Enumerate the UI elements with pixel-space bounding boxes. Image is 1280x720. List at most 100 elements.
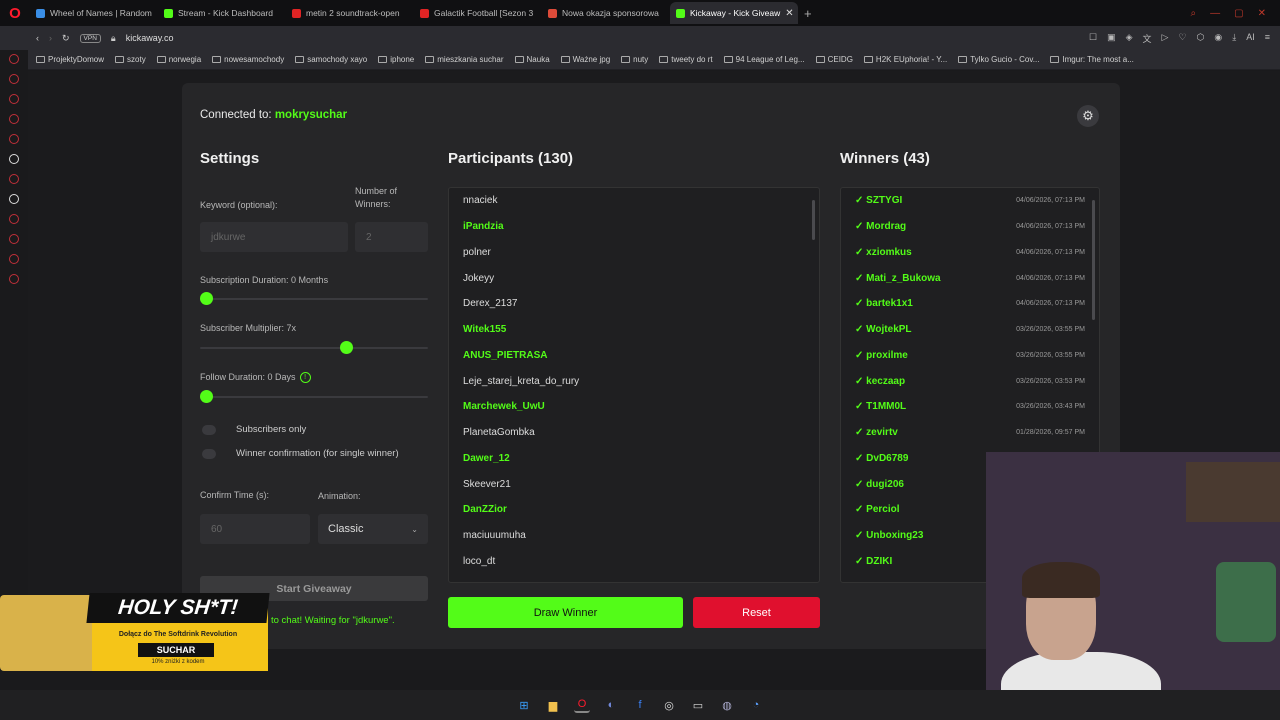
menu-icon[interactable]: ≡ [1265, 32, 1270, 45]
sidebar-chatgpt-icon[interactable] [9, 154, 19, 164]
winner-row[interactable]: ✓ bartek1x1 04/06/2026, 07:13 PM [841, 291, 1099, 317]
subscribers-only-toggle[interactable] [202, 425, 216, 435]
draw-winner-button[interactable]: Draw Winner [448, 597, 683, 628]
reset-button[interactable]: Reset [693, 597, 820, 628]
browser-tab[interactable]: metin 2 soundtrack-open [286, 2, 414, 24]
heart-icon[interactable]: ♡ [1178, 32, 1186, 45]
bookmark-item[interactable]: H2K EUphoria! - Y... [863, 55, 947, 64]
participant-row[interactable]: Dawer_12 [449, 446, 819, 472]
participant-row[interactable]: ANUS_PIETRASA [449, 343, 819, 369]
winner-row[interactable]: ✓ WojtekPL 03/26/2026, 03:55 PM [841, 317, 1099, 343]
browser-tab[interactable]: Wheel of Names | Random [30, 2, 158, 24]
participant-row[interactable]: Marchewek_UwU [449, 394, 819, 420]
obs-icon[interactable]: ◎ [661, 697, 677, 713]
winner-row[interactable]: ✓ Mordrag 04/06/2026, 07:13 PM [841, 214, 1099, 240]
aria-ai-icon[interactable]: AI [1246, 32, 1255, 45]
browser-tab[interactable]: Stream - Kick Dashboard [158, 2, 286, 24]
follow-duration-slider[interactable] [200, 390, 213, 403]
sidebar-twitch-icon[interactable] [9, 174, 19, 184]
facebook-icon[interactable]: f [632, 697, 648, 713]
discord-icon[interactable]: ◐ [603, 697, 619, 713]
participant-row[interactable]: nnaciek [449, 188, 819, 214]
bookmark-item[interactable]: szoty [115, 55, 146, 64]
winner-row[interactable]: ✓ xziomkus 04/06/2026, 07:13 PM [841, 240, 1099, 266]
sidebar-history-icon[interactable] [9, 74, 19, 84]
winner-row[interactable]: ✓ SZTYGI 04/06/2026, 07:13 PM [841, 188, 1099, 214]
sidebar-home-icon[interactable] [9, 54, 19, 64]
gear-icon[interactable]: ⚙ [1077, 105, 1099, 127]
sidebar-x-icon[interactable] [9, 194, 19, 204]
bookmark-item[interactable]: samochody xayo [295, 55, 367, 64]
opera-taskbar-icon[interactable]: O [574, 697, 590, 713]
file-explorer-icon[interactable]: ▆ [545, 697, 561, 713]
participant-row[interactable]: polner [449, 240, 819, 266]
sub-duration-slider[interactable] [200, 292, 213, 305]
snapshot-icon[interactable]: ▣ [1107, 32, 1116, 45]
bookmark-item[interactable]: CEIDG [815, 55, 853, 64]
reload-icon[interactable]: ↻ [62, 33, 70, 44]
terminal-icon[interactable]: ▭ [690, 697, 706, 713]
profile-icon[interactable]: ◉ [1214, 32, 1222, 45]
info-icon[interactable]: ! [299, 372, 311, 384]
animation-select[interactable]: Classic ⌄ [318, 514, 428, 544]
windows-start-icon[interactable]: ⊞ [516, 697, 532, 713]
bookmark-item[interactable]: norwegia [156, 55, 201, 64]
adblock-shield-icon[interactable]: ◈ [1126, 32, 1133, 45]
bookmark-item[interactable]: nowesamochody [212, 55, 284, 64]
opera-logo-icon[interactable]: O [0, 5, 30, 22]
sidebar-player-icon[interactable] [9, 234, 19, 244]
close-tab-icon[interactable]: ✕ [785, 8, 793, 19]
participants-scrollbar[interactable] [812, 190, 817, 580]
vpn-badge[interactable]: VPN [79, 33, 101, 43]
participants-list[interactable]: nnaciek iPandzia polner Jokeyy Derex_2137 Wit… [448, 187, 820, 583]
winner-row[interactable]: ✓ Mati_z_Bukowa 04/06/2026, 07:13 PM [841, 265, 1099, 291]
participant-row[interactable]: iPandzia [449, 214, 819, 240]
download-icon[interactable]: ⤓ [1232, 32, 1236, 45]
participant-row[interactable]: Skeever21 [449, 471, 819, 497]
bookmark-item[interactable]: nuty [621, 55, 648, 64]
translate-icon[interactable]: 文 [1143, 32, 1152, 45]
confirm-time-input[interactable]: 60 [200, 514, 310, 544]
participant-row[interactable]: PlanetaGombka [449, 420, 819, 446]
browser-tab[interactable]: Galactik Football [Sezon 3 [414, 2, 542, 24]
search-tabs-icon[interactable]: ⌕ [1191, 8, 1197, 19]
steam-icon[interactable]: ◍ [719, 697, 735, 713]
sidebar-pin-icon[interactable] [9, 254, 19, 264]
bookmark-item[interactable]: Ważne jpg [560, 55, 610, 64]
winners-count-input[interactable]: 2 [355, 222, 428, 252]
winner-confirmation-toggle[interactable] [202, 449, 216, 459]
bookmark-item[interactable]: Imgur: The most a... [1050, 55, 1134, 64]
participant-row[interactable]: loco_dt [449, 549, 819, 575]
bookmark-item[interactable]: iphone [378, 55, 414, 64]
close-window-icon[interactable]: ✕ [1258, 8, 1266, 19]
bookmark-icon[interactable]: ☐ [1089, 32, 1097, 45]
new-tab-plus-icon[interactable]: + [804, 6, 812, 21]
winner-row[interactable]: ✓ proxilme 03/26/2026, 03:55 PM [841, 343, 1099, 369]
winner-row[interactable]: ✓ keczaap 03/26/2026, 03:53 PM [841, 368, 1099, 394]
winner-row[interactable]: ✓ zevirtv 01/28/2026, 09:57 PM [841, 420, 1099, 446]
bookmark-item[interactable]: tweety do rt [659, 55, 713, 64]
participant-row[interactable]: Jokeyy [449, 265, 819, 291]
forward-icon[interactable]: › [49, 33, 52, 43]
browser-tab[interactable]: Nowa okazja sponsorowa [542, 2, 670, 24]
chrome-icon[interactable]: ◔ [748, 697, 764, 713]
browser-tab[interactable]: Kickaway - Kick Giveaw ✕ [670, 2, 798, 24]
url-text[interactable]: kickaway.co [126, 33, 174, 43]
sidebar-clock-icon[interactable] [9, 214, 19, 224]
sub-multiplier-slider[interactable] [339, 341, 353, 354]
participant-row[interactable]: Derex_2137 [449, 291, 819, 317]
bookmark-item[interactable]: Tylko Gucio - Cov... [958, 55, 1039, 64]
sidebar-bag-icon[interactable] [9, 94, 19, 104]
bookmark-item[interactable]: 94 League of Leg... [723, 55, 805, 64]
sidebar-settings-icon[interactable] [9, 274, 19, 284]
participant-row[interactable]: maciuuumuha [449, 523, 819, 549]
minimize-icon[interactable]: — [1210, 8, 1220, 19]
bookmark-item[interactable]: mieszkania suchar [425, 55, 504, 64]
bookmark-item[interactable]: Nauka [514, 55, 550, 64]
bookmark-item[interactable]: ProjektyDomow [36, 55, 104, 64]
maximize-icon[interactable]: ▢ [1234, 8, 1243, 19]
back-icon[interactable]: ‹ [36, 33, 39, 43]
extensions-icon[interactable]: ⬡ [1197, 32, 1205, 45]
keyword-input[interactable]: jdkurwe [200, 222, 348, 252]
participant-row[interactable]: DanZZior [449, 497, 819, 523]
